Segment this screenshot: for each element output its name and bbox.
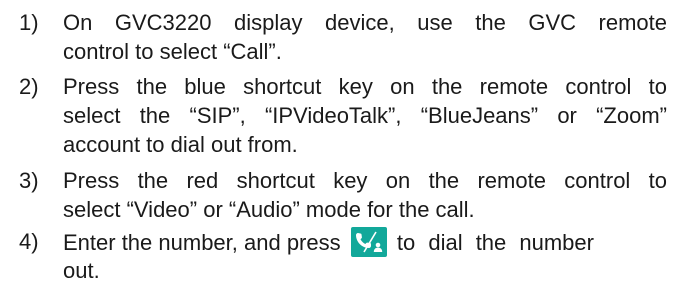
step-3-number: 3)	[19, 168, 39, 193]
step-2-line-1: Press the blue shortcut key on the remot…	[63, 74, 667, 99]
step-4-text-after-icon: to dial the number	[396, 230, 594, 255]
phone-dial-icon	[350, 227, 387, 257]
step-4-line-1: Enter the number, and press to dial the …	[63, 227, 594, 257]
step-1-line-2: control to select “Call”.	[63, 39, 282, 64]
step-2-line-2: select the “SIP”, “IPVideoTalk”, “BlueJe…	[63, 103, 667, 128]
step-3-line-2: select “Video” or “Audio” mode for the c…	[63, 197, 475, 222]
step-4-line-2: out.	[63, 258, 100, 283]
step-4-text-before-icon: Enter the number, and press	[63, 230, 341, 255]
instruction-list: 1) On GVC3220 display device, use the GV…	[0, 0, 674, 286]
step-2-number: 2)	[19, 74, 39, 99]
step-1-number: 1)	[19, 10, 39, 35]
step-4-number: 4)	[19, 229, 39, 254]
step-3-line-1: Press the red shortcut key on the remote…	[63, 168, 667, 193]
step-2-line-3: account to dial out from.	[63, 132, 298, 157]
step-1-line-1: On GVC3220 display device, use the GVC r…	[63, 10, 667, 35]
